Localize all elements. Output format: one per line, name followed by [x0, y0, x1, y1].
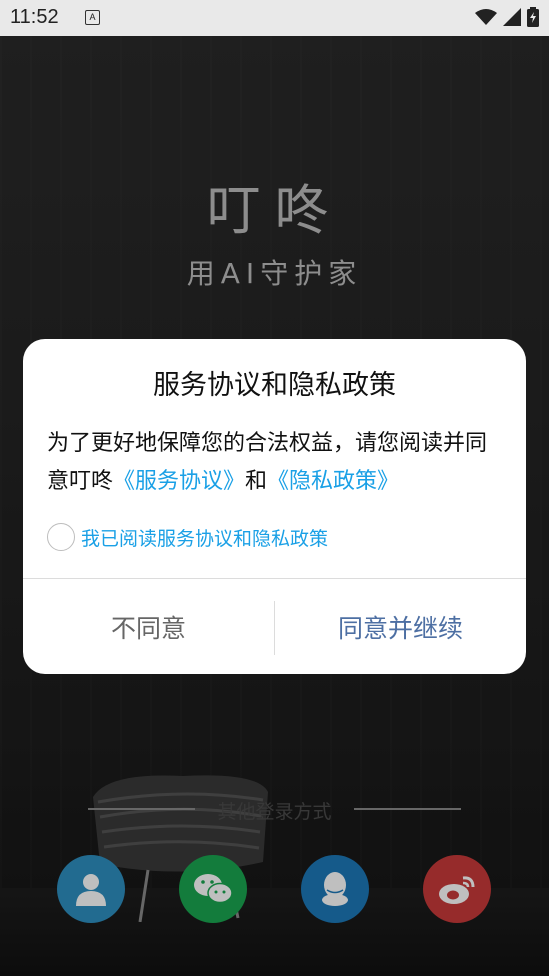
dialog-message: 为了更好地保障您的合法权益，请您阅读并同意叮咚《服务协议》和《隐私政策》 — [47, 425, 507, 501]
service-agreement-link[interactable]: 《服务协议》 — [113, 469, 245, 494]
privacy-policy-link[interactable]: 《隐私政策》 — [267, 469, 399, 494]
status-bar: 11:52 A — [0, 0, 549, 36]
status-time: 11:52 — [10, 6, 59, 28]
signal-icon — [503, 8, 521, 26]
privacy-agreement-dialog: 服务协议和隐私政策 为了更好地保障您的合法权益，请您阅读并同意叮咚《服务协议》和… — [23, 339, 526, 674]
status-indicators — [475, 7, 539, 27]
agreement-checkbox[interactable] — [47, 523, 75, 551]
dialog-title: 服务协议和隐私政策 — [153, 370, 396, 401]
agree-continue-button[interactable]: 同意并继续 — [275, 579, 526, 674]
disagree-button[interactable]: 不同意 — [23, 579, 274, 674]
notification-icon: A — [85, 10, 100, 25]
battery-icon — [527, 7, 539, 27]
wifi-icon — [475, 9, 497, 25]
dialog-conjunction: 和 — [245, 469, 268, 494]
agreement-checkbox-label[interactable]: 我已阅读服务协议和隐私政策 — [81, 524, 328, 551]
